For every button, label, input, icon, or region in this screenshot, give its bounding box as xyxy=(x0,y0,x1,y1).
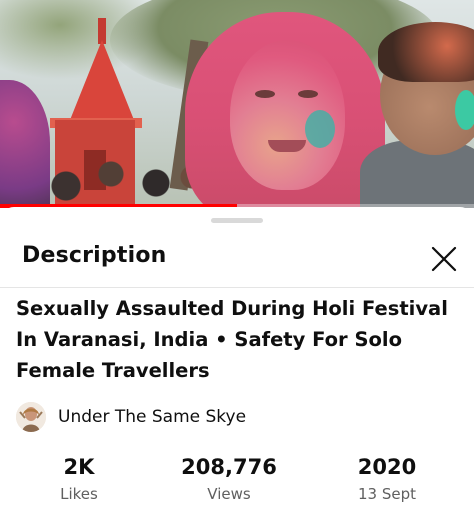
sheet-title: Description xyxy=(22,243,167,268)
paint-spot xyxy=(455,90,474,130)
close-button[interactable] xyxy=(424,239,464,279)
views-label: Views xyxy=(207,485,251,503)
stat-likes: 2K Likes xyxy=(14,455,144,503)
mouth xyxy=(268,140,306,152)
sheet-header: Description xyxy=(0,233,474,287)
channel-avatar[interactable] xyxy=(16,402,46,432)
description-sheet: Description Sexually Assaulted During Ho… xyxy=(0,207,474,514)
temple-spire xyxy=(68,40,136,125)
divider xyxy=(0,287,474,288)
stat-date: 2020 13 Sept xyxy=(322,455,452,503)
person-right-hair xyxy=(378,22,474,82)
channel-row[interactable]: Under The Same Skye xyxy=(16,400,246,434)
crowd xyxy=(30,150,210,208)
eye xyxy=(255,90,275,98)
views-count: 208,776 xyxy=(181,455,277,479)
video-title: Sexually Assaulted During Holi Festival … xyxy=(16,297,448,382)
video-player[interactable] xyxy=(0,0,474,208)
upload-year: 2020 xyxy=(357,455,417,479)
person-left xyxy=(0,80,50,208)
likes-label: Likes xyxy=(60,485,98,503)
eye xyxy=(298,90,318,98)
stat-views: 208,776 Views xyxy=(164,455,294,503)
paint-spot xyxy=(305,110,335,148)
drag-handle[interactable] xyxy=(211,218,263,223)
upload-date: 13 Sept xyxy=(357,485,416,503)
channel-name[interactable]: Under The Same Skye xyxy=(58,407,246,427)
likes-count: 2K xyxy=(63,455,95,479)
stats-row: 2K Likes 208,776 Views 2020 13 Sept xyxy=(0,455,474,515)
close-icon xyxy=(431,246,457,272)
